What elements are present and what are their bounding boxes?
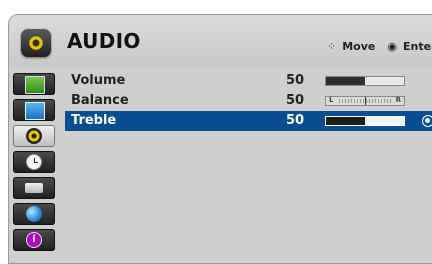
picture-icon: [25, 76, 45, 94]
setting-value: 50: [286, 93, 305, 108]
balance-slider[interactable]: L R: [325, 96, 405, 106]
enter-hint-label: Enter: [402, 40, 432, 53]
level-fill: [326, 117, 365, 125]
balance-right-label: R: [395, 96, 401, 104]
category-sidebar: i: [9, 71, 61, 263]
sidebar-item-time[interactable]: [13, 151, 55, 173]
info-icon: i: [26, 232, 42, 248]
treble-level-bar[interactable]: [325, 116, 405, 126]
sidebar-item-info[interactable]: i: [13, 229, 55, 251]
option-icon: [25, 183, 43, 193]
balance-center-mark: [365, 97, 366, 105]
globe-icon: [26, 206, 42, 222]
setting-row-balance[interactable]: Balance 50 L R: [65, 91, 432, 111]
enter-button-icon: ◉: [387, 40, 397, 53]
setting-label: Treble: [71, 113, 117, 128]
sidebar-item-picture[interactable]: [13, 73, 55, 95]
volume-level-bar[interactable]: [325, 76, 405, 86]
menu-header: AUDIO ⁘ Move ◉ Enter: [9, 15, 432, 67]
clock-icon: [26, 154, 42, 170]
screen-icon: [25, 102, 45, 120]
setting-row-volume[interactable]: Volume 50: [65, 71, 432, 91]
setting-row-treble[interactable]: Treble 50: [65, 111, 432, 131]
setting-value: 50: [286, 73, 305, 88]
level-fill: [326, 77, 365, 85]
ok-select-icon[interactable]: [422, 115, 432, 127]
sidebar-item-screen[interactable]: [13, 99, 55, 121]
audio-menu-panel: AUDIO ⁘ Move ◉ Enter i Volume 50 Balance 50…: [8, 14, 432, 264]
move-hint-label: Move: [342, 40, 376, 53]
setting-label: Volume: [71, 73, 126, 88]
sidebar-item-network[interactable]: [13, 203, 55, 225]
setting-label: Balance: [71, 93, 129, 108]
nav-hints: ⁘ Move ◉ Enter: [327, 40, 432, 53]
sidebar-item-option[interactable]: [13, 177, 55, 199]
audio-speaker-icon: [21, 29, 51, 57]
balance-left-label: L: [329, 96, 334, 104]
move-arrows-icon: ⁘: [327, 40, 337, 53]
sidebar-item-audio[interactable]: [13, 125, 55, 147]
audio-icon: [26, 128, 42, 144]
menu-title: AUDIO: [67, 29, 141, 53]
setting-value: 50: [286, 113, 305, 128]
